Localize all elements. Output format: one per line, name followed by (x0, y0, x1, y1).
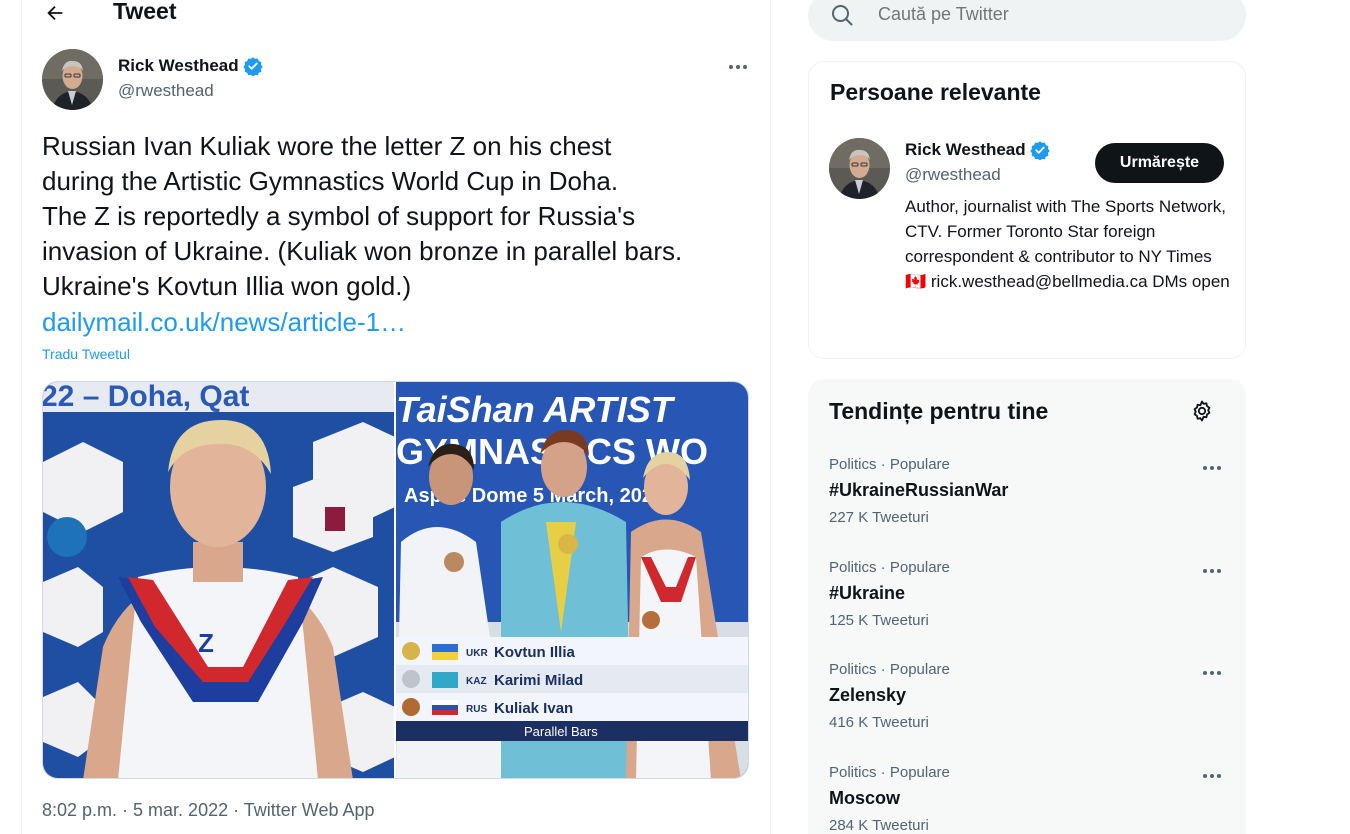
trend-count: 416 K Tweeturi (829, 714, 929, 731)
author-name[interactable]: Rick Westhead (118, 56, 263, 76)
right-banner-text-1: TaiShan ARTIST (396, 389, 676, 430)
search-icon (832, 5, 853, 26)
trend-more-button[interactable] (1200, 456, 1224, 480)
tweet-link[interactable]: dailymail.co.uk/news/article-1… (42, 304, 406, 340)
follow-button[interactable]: Urmărește (1095, 143, 1224, 183)
trend-category: Politics · Populare (829, 456, 950, 473)
trend-more-button[interactable] (1200, 661, 1224, 685)
tweet-column: Tweet Rick Westhead @rwesthead Russian I… (21, 0, 771, 834)
author-handle[interactable]: @rwesthead (118, 81, 214, 101)
event-name: Parallel Bars (524, 724, 598, 739)
author-name-text[interactable]: Rick Westhead (118, 56, 239, 76)
trend-name[interactable]: Moscow (829, 788, 900, 809)
verified-badge-icon (242, 57, 263, 76)
relevant-person-name[interactable]: Rick Westhead (905, 140, 1050, 160)
trend-category: Politics · Populare (829, 764, 950, 781)
gear-icon (1193, 400, 1211, 422)
search-input[interactable] (878, 4, 1218, 25)
trend-item[interactable]: Politics · Populare Zelensky 416 K Tweet… (808, 661, 1246, 761)
results-overlay: UKR KAZ RUS Kovtun Illia Karimi Milad Ku… (396, 637, 748, 741)
more-icon (1203, 466, 1221, 470)
relevant-person-avatar[interactable] (829, 138, 890, 199)
more-icon (1203, 569, 1221, 573)
media-photo-right[interactable]: TaiShan ARTIST GYMNASTICS WO Aspire Dome… (396, 382, 748, 778)
podium-name-3: Kuliak Ivan (494, 700, 573, 717)
trend-item[interactable]: Politics · Populare Moscow 284 K Tweetur… (808, 764, 1246, 834)
trend-item[interactable]: Politics · Populare #UkraineRussianWar 2… (808, 456, 1246, 556)
relevant-person-handle[interactable]: @rwesthead (905, 165, 1001, 185)
podium-name-2: Karimi Milad (494, 672, 583, 689)
trend-name[interactable]: Zelensky (829, 685, 906, 706)
relevant-people-title: Persoane relevante (830, 79, 1041, 105)
left-banner-text: 22 – Doha, Qat (43, 382, 249, 413)
back-button[interactable] (42, 0, 68, 26)
translate-tweet-link[interactable]: Tradu Tweetul (42, 346, 130, 362)
trend-more-button[interactable] (1200, 764, 1224, 788)
relevant-person-name-text[interactable]: Rick Westhead (905, 140, 1026, 160)
tweet-author: Rick Westhead @rwesthead (42, 49, 750, 111)
more-icon (1203, 671, 1221, 675)
trend-name[interactable]: #Ukraine (829, 583, 905, 604)
trend-category: Politics · Populare (829, 661, 950, 678)
search-box[interactable] (808, 0, 1246, 41)
trend-count: 125 K Tweeturi (829, 612, 929, 629)
arrow-left-icon (47, 5, 63, 21)
relevant-person-bio: Author, journalist with The Sports Netwo… (905, 197, 1230, 291)
tweet-media[interactable]: 22 – Doha, Qat Z TaiShan ARTIST GYMNASTI… (42, 381, 749, 779)
podium-country-2: KAZ (466, 676, 487, 687)
header: Tweet (22, 0, 770, 26)
trend-item[interactable]: Politics · Populare #Ukraine 125 K Tweet… (808, 559, 1246, 659)
trend-count: 284 K Tweeturi (829, 817, 929, 834)
tweet-text: Russian Ivan Kuliak wore the letter Z on… (42, 131, 683, 301)
trend-name[interactable]: #UkraineRussianWar (829, 480, 1008, 501)
trends-settings-button[interactable] (1190, 399, 1214, 423)
page-title: Tweet (113, 0, 177, 24)
chest-letter-text: Z (198, 628, 214, 658)
podium-name-1: Kovtun Illia (494, 644, 575, 661)
media-photo-left[interactable]: 22 – Doha, Qat Z (43, 382, 394, 778)
more-options-button[interactable] (726, 55, 750, 79)
relevant-people-panel: Persoane relevante Rick Westhead @rwesth… (808, 61, 1246, 359)
trends-title: Tendințe pentru tine (829, 398, 1049, 424)
more-icon (729, 65, 747, 69)
tweet-metadata[interactable]: 8:02 p.m. · 5 mar. 2022 · Twitter Web Ap… (42, 800, 375, 821)
podium-country-1: UKR (466, 648, 488, 659)
trend-category: Politics · Populare (829, 559, 950, 576)
trend-count: 227 K Tweeturi (829, 509, 929, 526)
avatar[interactable] (42, 49, 103, 110)
podium-country-3: RUS (466, 704, 487, 715)
verified-badge-icon (1029, 141, 1050, 160)
trend-more-button[interactable] (1200, 559, 1224, 583)
more-icon (1203, 774, 1221, 778)
trends-panel: Tendințe pentru tine Politics · Populare… (808, 379, 1246, 834)
